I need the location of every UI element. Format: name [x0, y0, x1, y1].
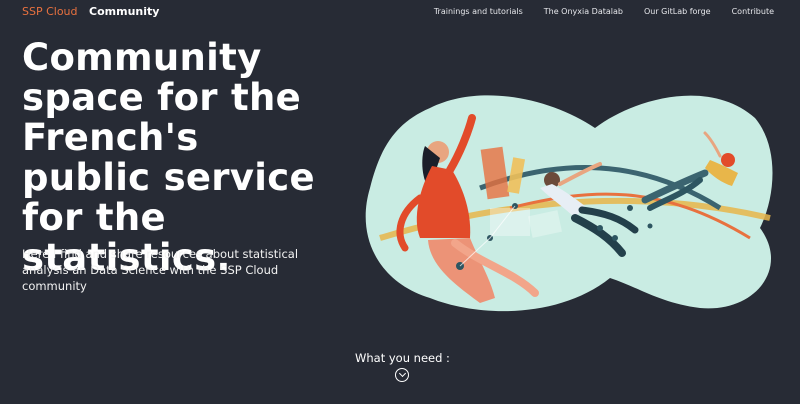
hero-illustration — [365, 95, 773, 312]
brand-primary[interactable]: SSP Cloud — [22, 5, 78, 18]
brand-secondary[interactable]: Community — [89, 5, 159, 18]
nav-onyxia-link[interactable]: The Onyxia Datalab — [544, 7, 623, 16]
chevron-down-icon[interactable] — [395, 368, 409, 382]
nav-contribute-link[interactable]: Contribute — [732, 7, 774, 16]
hero-description: Here I find and share resources about st… — [22, 247, 299, 293]
nav-trainings-link[interactable]: Trainings and tutorials — [434, 7, 523, 16]
what-you-need-label: What you need : — [355, 351, 450, 365]
site-header: SSP Cloud Community Trainings and tutori… — [0, 0, 800, 26]
main-nav: Trainings and tutorials The Onyxia Datal… — [434, 7, 774, 16]
nav-gitlab-link[interactable]: Our GitLab forge — [644, 7, 711, 16]
hero-title: Community space for the French's public … — [22, 36, 315, 279]
brand[interactable]: SSP Cloud Community — [22, 5, 159, 18]
